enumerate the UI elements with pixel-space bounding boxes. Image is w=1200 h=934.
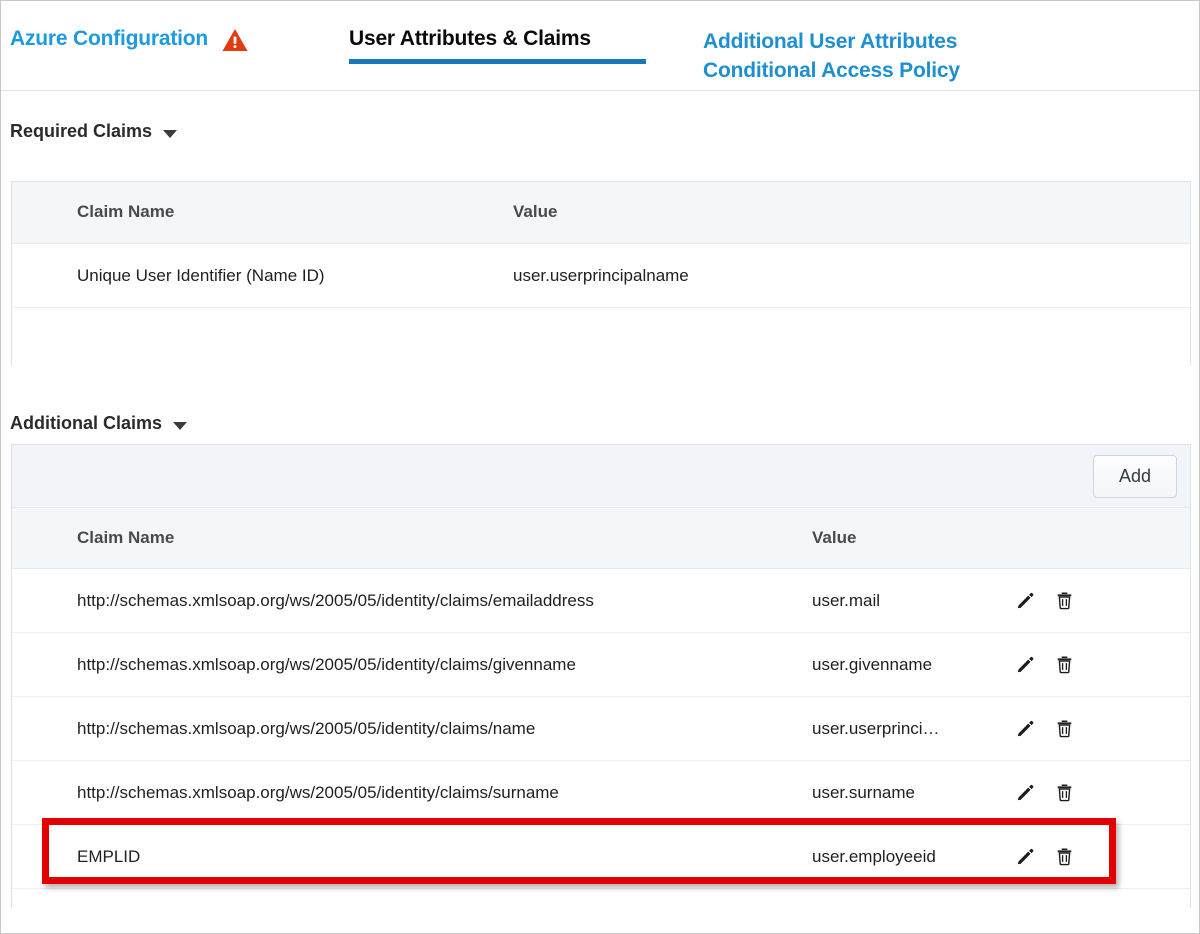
warning-triangle-icon [222,28,248,52]
additional-claims-panel: Add Claim Name Value http://schemas.xmls… [11,444,1191,933]
claim-value-cell: user.userprinci… [812,718,940,738]
table-row[interactable]: http://schemas.xmlsoap.org/ws/2005/05/id… [12,761,1190,825]
pencil-icon[interactable] [1015,719,1035,739]
claim-name-cell: http://schemas.xmlsoap.org/ws/2005/05/id… [77,718,536,738]
column-header-value: Value [513,202,558,221]
column-header-claim-name: Claim Name [77,202,175,221]
row-actions [1015,655,1074,675]
row-actions [1015,847,1074,867]
table-row[interactable]: http://schemas.xmlsoap.org/ws/2005/05/id… [12,633,1190,697]
claim-name-cell: EMPLID [77,846,141,866]
chevron-down-icon[interactable] [163,129,178,138]
additional-claims-empty-area [12,889,1190,933]
claim-name-cell: http://schemas.xmlsoap.org/ws/2005/05/id… [77,782,559,802]
required-claims-empty-area [12,308,1190,368]
trash-icon[interactable] [1054,783,1074,803]
required-claims-panel: Claim Name Value Unique User Identifier … [11,181,1191,368]
table-row[interactable]: http://schemas.xmlsoap.org/ws/2005/05/id… [12,697,1190,761]
claim-value-cell: user.employeeid [812,846,936,866]
column-header-value: Value [812,528,857,547]
add-button[interactable]: Add [1093,455,1177,498]
tab-group-right: Additional User Attributes Conditional A… [703,27,960,85]
additional-claims-heading[interactable]: Additional Claims [10,413,188,434]
additional-claims-table-header: Claim Name Value [12,508,1190,569]
pencil-icon[interactable] [1015,783,1035,803]
claim-value-cell: user.mail [812,590,881,610]
required-claims-table-header: Claim Name Value [12,182,1190,244]
tab-azure-configuration[interactable]: Azure Configuration [10,27,248,51]
trash-icon[interactable] [1054,591,1074,611]
required-claims-heading[interactable]: Required Claims [10,121,178,142]
row-actions [1015,591,1074,611]
claim-value-cell: user.surname [812,782,915,802]
row-actions [1015,719,1074,739]
additional-claims-toolbar: Add [12,445,1190,508]
tab-conditional-access-policy[interactable]: Conditional Access Policy [703,56,960,85]
pencil-icon[interactable] [1015,655,1035,675]
claim-value-cell: user.userprincipalname [513,265,689,285]
tab-user-attributes-and-claims[interactable]: User Attributes & Claims [349,27,591,51]
pencil-icon[interactable] [1015,591,1035,611]
chevron-down-icon[interactable] [173,421,188,430]
required-claims-heading-label: Required Claims [10,121,153,141]
row-actions [1015,783,1074,803]
table-row[interactable]: http://schemas.xmlsoap.org/ws/2005/05/id… [12,569,1190,633]
active-tab-indicator [349,59,646,64]
claim-value-cell: user.givenname [812,654,933,674]
claim-name-cell: http://schemas.xmlsoap.org/ws/2005/05/id… [77,590,594,610]
trash-icon[interactable] [1054,847,1074,867]
pencil-icon[interactable] [1015,847,1035,867]
tab-user-attributes-and-claims-label: User Attributes & Claims [349,27,591,50]
table-row[interactable]: EMPLID user.employeeid [12,825,1190,889]
claims-configuration-screen: Azure Configuration User Attributes & Cl… [0,0,1200,934]
additional-claims-heading-label: Additional Claims [10,413,163,433]
tab-additional-user-attributes[interactable]: Additional User Attributes [703,27,960,56]
claim-name-cell: Unique User Identifier (Name ID) [77,265,325,285]
claim-name-cell: http://schemas.xmlsoap.org/ws/2005/05/id… [77,654,576,674]
trash-icon[interactable] [1054,655,1074,675]
tab-bar: Azure Configuration User Attributes & Cl… [1,1,1199,91]
column-header-claim-name: Claim Name [77,528,175,547]
tab-azure-configuration-label: Azure Configuration [10,27,209,50]
trash-icon[interactable] [1054,719,1074,739]
table-row[interactable]: Unique User Identifier (Name ID) user.us… [12,244,1190,308]
